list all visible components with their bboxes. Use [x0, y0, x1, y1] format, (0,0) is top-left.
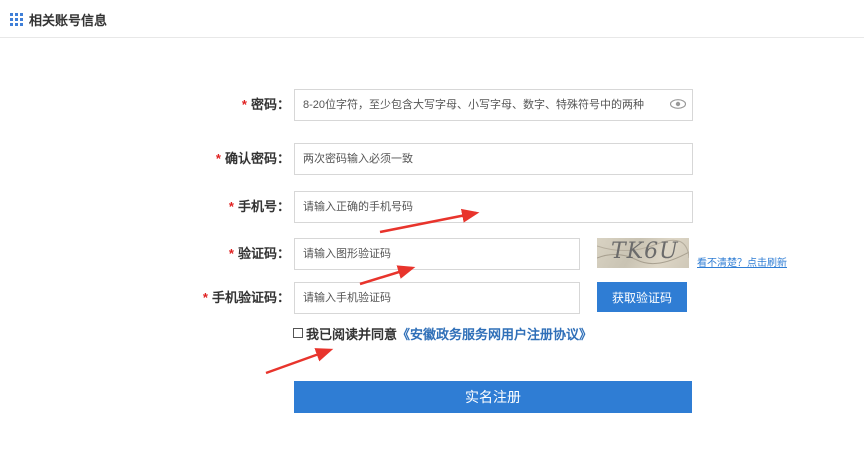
- section-title: 相关账号信息: [29, 12, 108, 28]
- phone-label: * 手机号：: [228, 199, 290, 214]
- arrow-to-agreement: [265, 348, 334, 375]
- captcha-input[interactable]: [294, 238, 580, 270]
- get-sms-code-button[interactable]: 获取验证码: [597, 282, 687, 312]
- phone-row: * 手机号：: [0, 191, 864, 223]
- password-label: * 密码：: [241, 97, 290, 112]
- eye-icon[interactable]: [670, 99, 686, 109]
- confirm-password-row: * 确认密码：: [0, 143, 864, 175]
- grid-icon: [10, 12, 23, 26]
- password-row: * 密码：: [0, 89, 864, 121]
- agreement-checkbox[interactable]: [293, 328, 303, 338]
- captcha-text: TK6U: [611, 239, 679, 264]
- register-button[interactable]: 实名注册: [294, 381, 692, 413]
- confirm-password-input[interactable]: [294, 143, 693, 175]
- agreement-row: 我已阅读并同意 《安徽政务服务网用户注册协议》: [293, 324, 592, 342]
- agreement-link[interactable]: 《安徽政务服务网用户注册协议》: [397, 324, 592, 343]
- header-divider: [0, 37, 864, 38]
- section-header: 相关账号信息: [10, 9, 107, 29]
- phone-input[interactable]: [294, 191, 693, 223]
- sms-code-label: * 手机验证码：: [202, 290, 290, 305]
- registration-page: 相关账号信息 *密码： *确认密码： *手机号： *验证码： TK6U 看不清楚…: [0, 0, 864, 451]
- captcha-label: * 验证码：: [228, 246, 290, 261]
- refresh-captcha-link[interactable]: 看不清楚？点击刷新: [697, 254, 787, 269]
- captcha-image[interactable]: TK6U: [597, 238, 689, 268]
- confirm-password-label: * 确认密码：: [215, 151, 290, 166]
- password-input[interactable]: [294, 89, 693, 121]
- sms-code-input[interactable]: [294, 282, 580, 314]
- captcha-row: *验证码： TK6U 看不清楚？点击刷新: [0, 238, 864, 270]
- sms-code-row: *手机验证码： 获取验证码: [0, 282, 864, 314]
- agreement-text: 我已阅读并同意: [306, 326, 398, 342]
